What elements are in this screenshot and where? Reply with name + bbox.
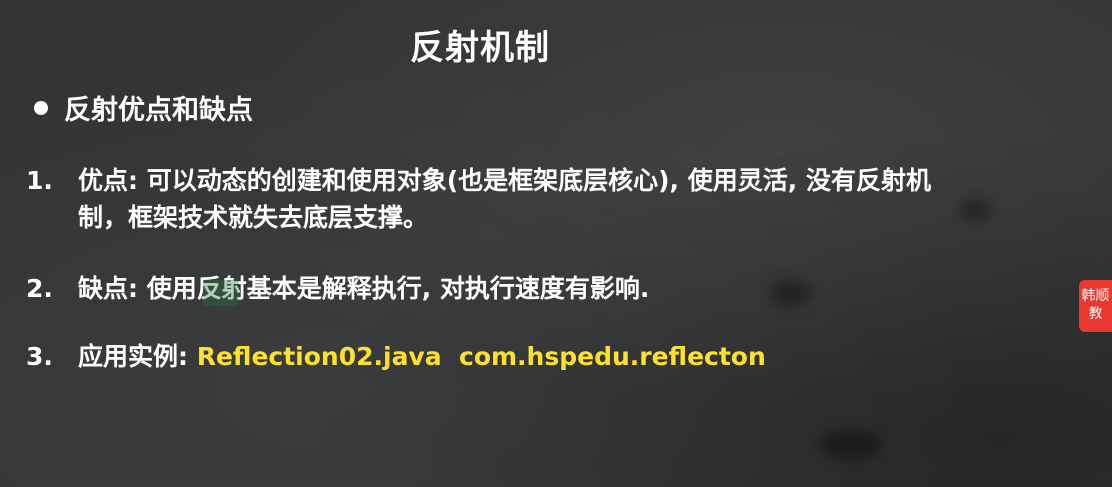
list-item-advantages: 1. 优点: 可以动态的创建和使用对象(也是框架底层核心), 使用灵活, 没有反… <box>26 162 1078 236</box>
side-badge[interactable]: 韩顺 教 <box>1079 280 1112 332</box>
chalk-smudge <box>820 430 880 460</box>
bullet-icon <box>34 100 48 115</box>
slide-title: 反射机制 <box>410 28 550 68</box>
item-number: 1. <box>26 166 53 195</box>
badge-line2: 教 <box>1088 306 1103 322</box>
section-heading-text: 反射优点和缺点 <box>64 95 253 126</box>
slide-background: 反射机制 反射优点和缺点 1. 优点: 可以动态的创建和使用对象(也是框架底层核… <box>0 0 1112 487</box>
badge-line1: 韩顺 <box>1081 288 1110 304</box>
item-number: 3. <box>26 342 53 371</box>
item-text-line2: 制，框架技术就失去底层支撑。 <box>78 203 429 232</box>
item-text-line1: 优点: 可以动态的创建和使用对象(也是框架底层核心), 使用灵活, 没有反射机 <box>78 166 931 195</box>
item-text: 优点: 可以动态的创建和使用对象(也是框架底层核心), 使用灵活, 没有反射机 … <box>78 162 1078 236</box>
list-item-disadvantages: 2. 缺点: 使用反射基本是解释执行, 对执行速度有影响. <box>26 270 1078 307</box>
item-text: 应用实例: Reflection02.java com.hspedu.refle… <box>78 338 1078 375</box>
item-number: 2. <box>26 274 53 303</box>
example-label: 应用实例: <box>78 342 197 371</box>
cursor-highlight <box>203 280 239 306</box>
example-highlight: Reflection02.java com.hspedu.reflecton <box>196 342 766 371</box>
list-item-example: 3. 应用实例: Reflection02.java com.hspedu.re… <box>26 338 1078 375</box>
section-heading: 反射优点和缺点 <box>34 88 253 127</box>
